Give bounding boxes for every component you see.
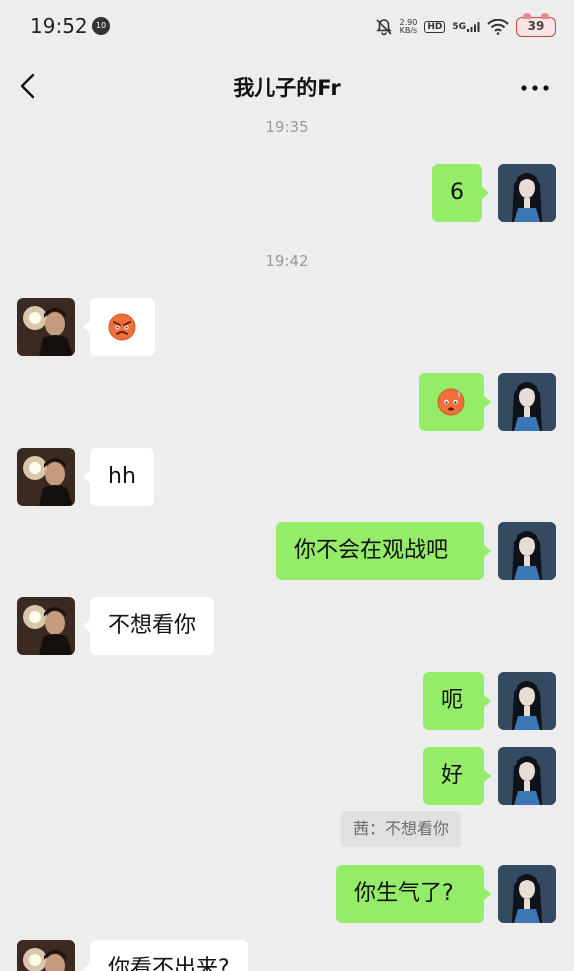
message-bubble-outgoing[interactable] (419, 373, 491, 431)
message-bubble-outgoing[interactable]: 好 (423, 747, 491, 805)
sweat-face-icon (437, 388, 465, 416)
avatar-self[interactable] (498, 373, 556, 431)
avatar-self[interactable] (498, 865, 556, 923)
avatar-contact[interactable] (17, 448, 75, 506)
message-bubble-incoming[interactable]: 不想看你 (82, 597, 215, 655)
avatar-contact[interactable] (17, 597, 75, 655)
avatar-self[interactable] (498, 747, 556, 805)
message-bubble-outgoing[interactable]: 呃 (423, 672, 491, 730)
message-bubble-incoming[interactable]: 你看不出来? (83, 940, 248, 971)
avatar-self[interactable] (498, 522, 556, 580)
angry-face-icon (108, 313, 136, 341)
message-bubble-outgoing[interactable]: 你不会在观战吧 (276, 522, 491, 580)
message-bubble-outgoing[interactable]: 6 (432, 164, 489, 222)
avatar-self[interactable] (498, 672, 556, 730)
message-bubble-outgoing[interactable]: 你生气了? (336, 865, 491, 923)
message-bubble-incoming[interactable]: hh (83, 448, 154, 506)
avatar-contact[interactable] (17, 298, 75, 356)
timestamp: 19:42 (265, 252, 309, 270)
quoted-message[interactable]: 茜：不想看你 (341, 811, 462, 847)
message-bubble-incoming[interactable] (83, 298, 155, 356)
avatar-contact[interactable] (17, 940, 75, 971)
chat-message-list[interactable]: 19:35 6 19:42 hh 你不会在观战吧 不想看你 呃 好 茜：不想看你… (0, 0, 574, 971)
timestamp: 19:35 (265, 118, 309, 136)
avatar-self[interactable] (498, 164, 556, 222)
